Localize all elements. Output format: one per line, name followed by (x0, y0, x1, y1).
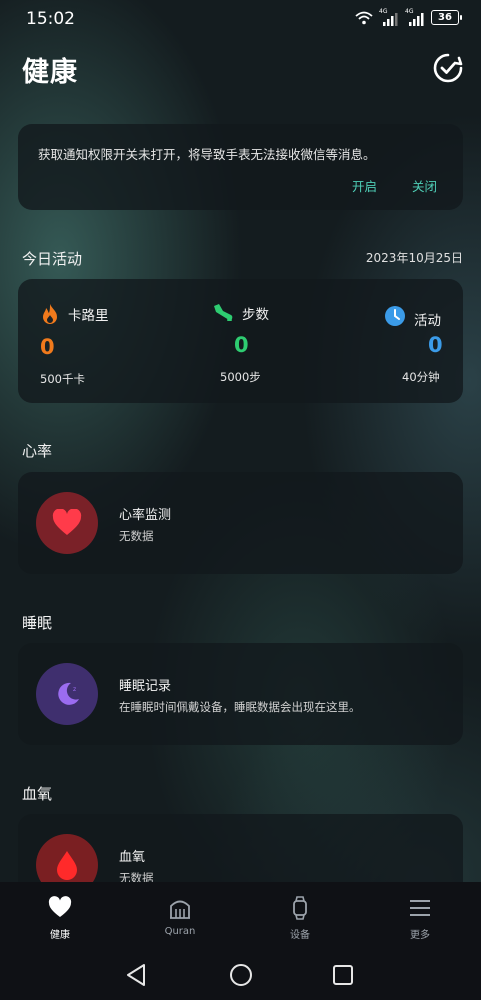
nav-item-device[interactable]: 设备 (260, 882, 340, 942)
nav-label-more: 更多 (410, 930, 430, 941)
activity-card[interactable]: 卡路里 0 500千卡 步数 0 5000步 活动 0 40分钟 (18, 279, 463, 403)
notification-permission-card: 获取通知权限开关未打开，将导致手表无法接收微信等消息。 开启 关闭 (18, 124, 463, 210)
mosque-icon (170, 900, 190, 919)
metric-activity: 活动 0 40分钟 (384, 303, 443, 385)
moon-icon-circle: z (36, 663, 98, 725)
status-bar: 15:02 4G 4G 36 (0, 0, 481, 36)
nav-label-quran: Quran (164, 926, 196, 937)
metric-calories-value: 0 (40, 335, 55, 359)
metric-steps: 步数 0 5000步 (212, 303, 269, 385)
heart-icon-circle (36, 492, 98, 554)
metric-steps-value: 0 (234, 333, 249, 357)
sleep-title: 睡眠记录 (119, 679, 172, 694)
system-nav-bar (0, 942, 481, 1000)
signal-1-label: 4G (379, 7, 388, 15)
shoe-icon (214, 304, 233, 321)
oxygen-section-label: 血氧 (22, 785, 53, 803)
nav-label-health: 健康 (50, 930, 70, 941)
signal-2-label: 4G (405, 7, 414, 15)
metric-activity-goal: 40分钟 (402, 370, 440, 384)
oxygen-title: 血氧 (119, 850, 146, 865)
blood-drop-icon (57, 851, 77, 880)
nav-item-more[interactable]: 更多 (380, 882, 460, 942)
home-circle-icon[interactable] (228, 962, 254, 988)
status-time: 15:02 (26, 9, 75, 29)
moon-icon: z (58, 682, 79, 705)
heart-subtitle: 无数据 (119, 529, 154, 543)
activity-section-label: 今日活动 (22, 250, 83, 268)
heart-section-label: 心率 (22, 442, 53, 460)
notice-close-button[interactable]: 关闭 (412, 176, 437, 195)
menu-icon (410, 900, 430, 916)
metric-steps-label: 步数 (242, 307, 269, 323)
sleep-subtitle: 在睡眠时间佩戴设备，睡眠数据会出现在这里。 (119, 700, 361, 714)
metric-activity-label: 活动 (414, 313, 441, 329)
metric-activity-value: 0 (428, 333, 443, 357)
svg-text:z: z (73, 686, 76, 693)
activity-date: 2023年10月25日 (365, 251, 463, 265)
bottom-nav: 健康 Quran 设备 更多 (0, 882, 481, 942)
flame-icon (43, 304, 57, 324)
nav-label-device: 设备 (290, 930, 310, 941)
sleep-card[interactable]: z 睡眠记录 在睡眠时间佩戴设备，睡眠数据会出现在这里。 (18, 643, 463, 745)
clock-icon (385, 306, 405, 326)
cell-signal-2-icon: 4G (405, 7, 425, 26)
heart-icon (48, 896, 72, 917)
status-icons: 4G 4G 36 (355, 7, 462, 26)
notice-text: 获取通知权限开关未打开，将导致手表无法接收微信等消息。 (38, 147, 376, 162)
metric-calories-label: 卡路里 (68, 308, 109, 324)
metric-calories-goal: 500千卡 (40, 372, 85, 386)
check-circle-icon[interactable] (432, 52, 464, 84)
metric-calories: 卡路里 0 500千卡 (40, 303, 109, 387)
nav-item-quran[interactable]: Quran (140, 882, 220, 942)
recent-square-icon[interactable] (330, 962, 356, 988)
back-triangle-icon[interactable] (124, 962, 150, 988)
battery-icon: 36 (431, 10, 462, 25)
sleep-section-label: 睡眠 (22, 614, 53, 632)
nav-item-health[interactable]: 健康 (20, 882, 100, 942)
heart-icon (52, 509, 82, 535)
watch-icon (293, 896, 307, 920)
notice-open-button[interactable]: 开启 (352, 176, 377, 195)
metric-steps-goal: 5000步 (220, 370, 261, 384)
heart-title: 心率监测 (119, 508, 172, 523)
heart-rate-card[interactable]: 心率监测 无数据 (18, 472, 463, 574)
wifi-icon (355, 11, 373, 24)
page-title: 健康 (22, 57, 78, 88)
cell-signal-1-icon: 4G (379, 7, 399, 26)
